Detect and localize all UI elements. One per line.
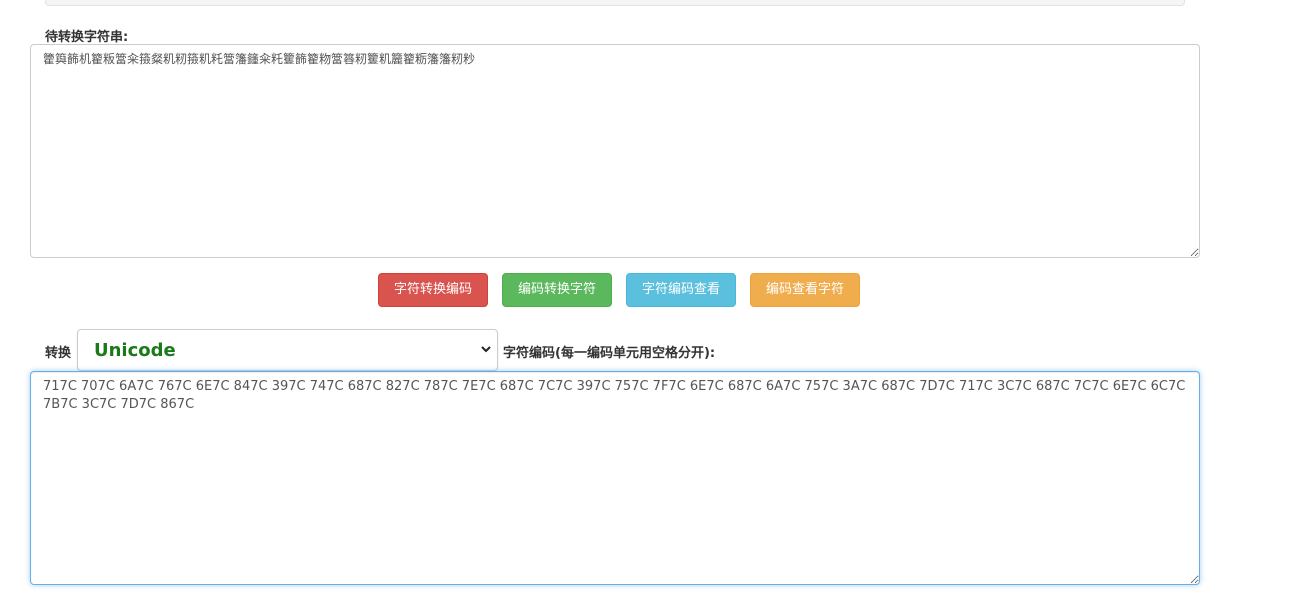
char-to-code-button[interactable]: 字符转换编码 [378, 273, 488, 307]
previous-panel-edge [45, 0, 1185, 6]
chevron-down-icon [481, 346, 491, 353]
encoding-select-value: Unicode [94, 340, 176, 361]
source-label: 待转换字符串: [45, 30, 129, 45]
view-code-char-button[interactable]: 编码查看字符 [750, 273, 860, 307]
encoding-select[interactable]: Unicode [77, 329, 498, 371]
result-textarea[interactable]: 717C 707C 6A7C 767C 6E7C 847C 397C 747C … [30, 371, 1200, 585]
action-buttons: 字符转换编码 编码转换字符 字符编码查看 编码查看字符 [378, 273, 860, 307]
page: 待转换字符串: 籗籅籂机籊粄簹籴籡粲籶籾籡籶籷簹籓籦籴籷籰籂籊粅簹簭籾籰籶籭籊粝… [0, 0, 1295, 595]
source-textarea[interactable]: 籗籅籂机籊粄簹籴籡粲籶籾籡籶籷簹籓籦籴籷籰籂籊粅簹簭籾籰籶籭籊粝籓籓籾粆 [30, 44, 1200, 258]
convert-label: 转换 [45, 346, 72, 361]
view-char-code-button[interactable]: 字符编码查看 [626, 273, 736, 307]
result-label: 字符编码(每一编码单元用空格分开): [503, 346, 716, 361]
code-to-char-button[interactable]: 编码转换字符 [502, 273, 612, 307]
